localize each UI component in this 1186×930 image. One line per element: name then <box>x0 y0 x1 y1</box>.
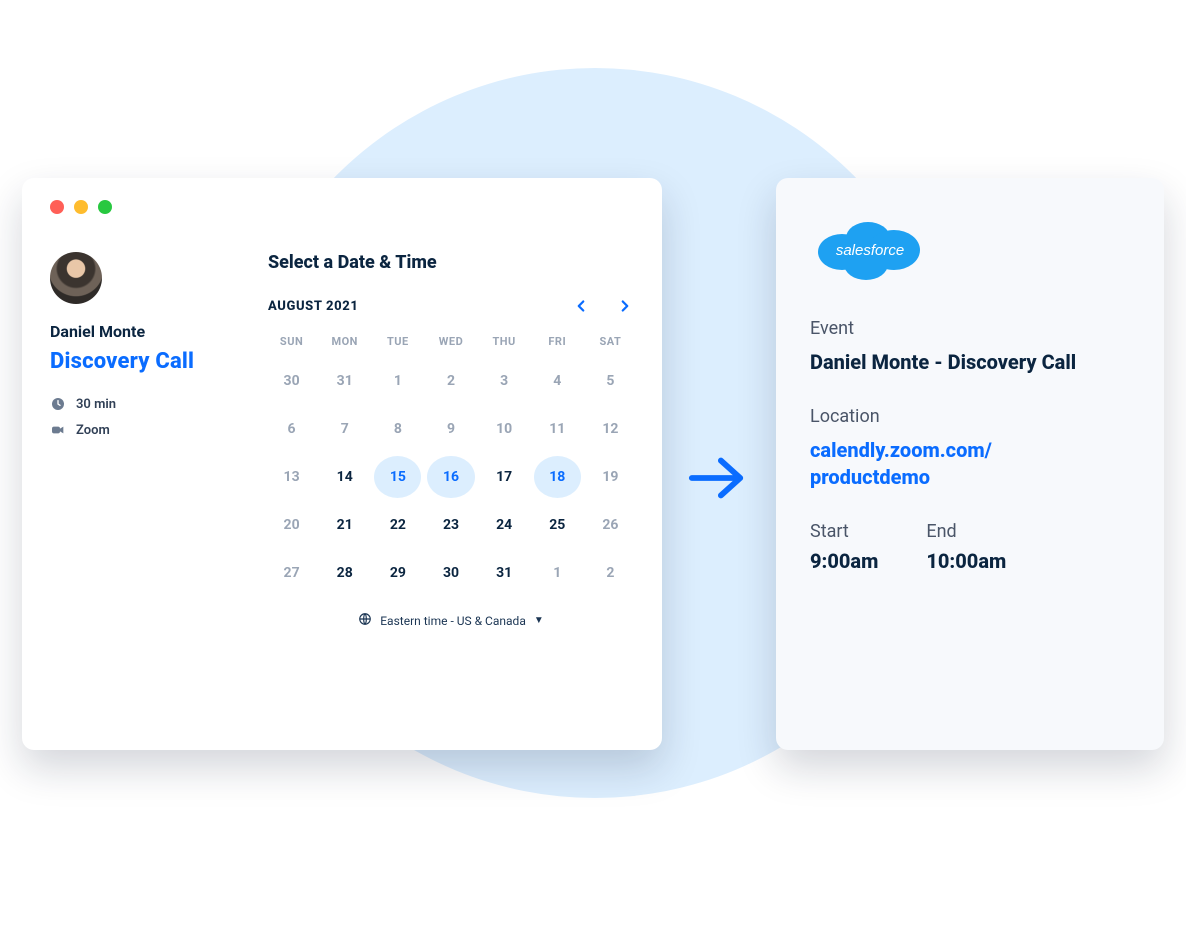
calendar-day[interactable]: 17 <box>481 456 528 498</box>
calendar-panel: Select a Date & Time AUGUST 2021 SUNMONT… <box>268 252 634 629</box>
calendar-day[interactable]: 31 <box>481 552 528 594</box>
calendar-day: 19 <box>587 456 634 498</box>
timezone-picker[interactable]: Eastern time - US & Canada ▼ <box>268 612 634 629</box>
calendar-day: 1 <box>534 552 581 594</box>
location-text: Zoom <box>76 423 110 438</box>
calendar-day[interactable]: 25 <box>534 504 581 546</box>
day-of-week-header: SUN <box>268 329 315 358</box>
calendar-day: 3 <box>481 360 528 402</box>
calendar-day: 12 <box>587 408 634 450</box>
calendar-day[interactable]: 16 <box>427 456 474 498</box>
calendly-window: Daniel Monte Discovery Call 30 min Zoom … <box>22 178 662 750</box>
window-controls <box>50 200 634 214</box>
prev-month-button[interactable] <box>572 297 590 315</box>
calendar-day[interactable]: 21 <box>321 504 368 546</box>
day-of-week-header: TUE <box>374 329 421 358</box>
svg-text:salesforce: salesforce <box>836 242 904 259</box>
event-sidebar: Daniel Monte Discovery Call 30 min Zoom <box>50 252 240 629</box>
calendar-day[interactable]: 18 <box>534 456 581 498</box>
video-icon <box>50 422 66 438</box>
calendar-day: 2 <box>427 360 474 402</box>
month-label: AUGUST 2021 <box>268 299 358 314</box>
calendar-day: 4 <box>534 360 581 402</box>
calendar-day[interactable]: 15 <box>374 456 421 498</box>
calendar-day: 26 <box>587 504 634 546</box>
calendar-day[interactable]: 14 <box>321 456 368 498</box>
select-heading: Select a Date & Time <box>268 252 634 273</box>
duration-row: 30 min <box>50 396 240 412</box>
arrow-right-icon <box>686 452 748 504</box>
location-link[interactable]: calendly.zoom.com/ productdemo <box>810 437 1130 491</box>
calendar-day: 2 <box>587 552 634 594</box>
calendar-day: 30 <box>268 360 315 402</box>
calendar-day[interactable]: 22 <box>374 504 421 546</box>
calendar-day[interactable]: 29 <box>374 552 421 594</box>
event-value: Daniel Monte - Discovery Call <box>810 349 1130 376</box>
salesforce-logo: salesforce <box>810 208 930 292</box>
chevron-down-icon: ▼ <box>534 615 544 626</box>
calendar-day: 5 <box>587 360 634 402</box>
clock-icon <box>50 396 66 412</box>
maximize-icon[interactable] <box>98 200 112 214</box>
next-month-button[interactable] <box>616 297 634 315</box>
calendar-day[interactable]: 30 <box>427 552 474 594</box>
event-label: Event <box>810 318 1130 339</box>
end-label: End <box>926 521 1006 542</box>
host-name: Daniel Monte <box>50 322 240 341</box>
location-label: Location <box>810 406 1130 427</box>
duration-text: 30 min <box>76 397 116 412</box>
day-of-week-header: SAT <box>587 329 634 358</box>
calendar-day[interactable]: 23 <box>427 504 474 546</box>
calendar-day: 9 <box>427 408 474 450</box>
timezone-text: Eastern time - US & Canada <box>380 614 526 628</box>
calendar-day[interactable]: 24 <box>481 504 528 546</box>
calendar-day: 13 <box>268 456 315 498</box>
calendar-day[interactable]: 28 <box>321 552 368 594</box>
close-icon[interactable] <box>50 200 64 214</box>
calendar-day: 6 <box>268 408 315 450</box>
calendar-day: 11 <box>534 408 581 450</box>
day-of-week-header: THU <box>481 329 528 358</box>
calendar-day: 31 <box>321 360 368 402</box>
minimize-icon[interactable] <box>74 200 88 214</box>
salesforce-card: salesforce Event Daniel Monte - Discover… <box>776 178 1164 750</box>
day-of-week-header: WED <box>427 329 474 358</box>
start-label: Start <box>810 521 878 542</box>
calendar-day: 1 <box>374 360 421 402</box>
start-value: 9:00am <box>810 548 878 575</box>
location-row: Zoom <box>50 422 240 438</box>
calendar-day: 27 <box>268 552 315 594</box>
day-of-week-header: MON <box>321 329 368 358</box>
calendar-day: 7 <box>321 408 368 450</box>
event-title: Discovery Call <box>50 349 240 374</box>
end-value: 10:00am <box>926 548 1006 575</box>
calendar-day: 8 <box>374 408 421 450</box>
globe-icon <box>358 612 372 629</box>
calendar-day: 20 <box>268 504 315 546</box>
avatar <box>50 252 102 304</box>
calendar-day: 10 <box>481 408 528 450</box>
day-of-week-header: FRI <box>534 329 581 358</box>
